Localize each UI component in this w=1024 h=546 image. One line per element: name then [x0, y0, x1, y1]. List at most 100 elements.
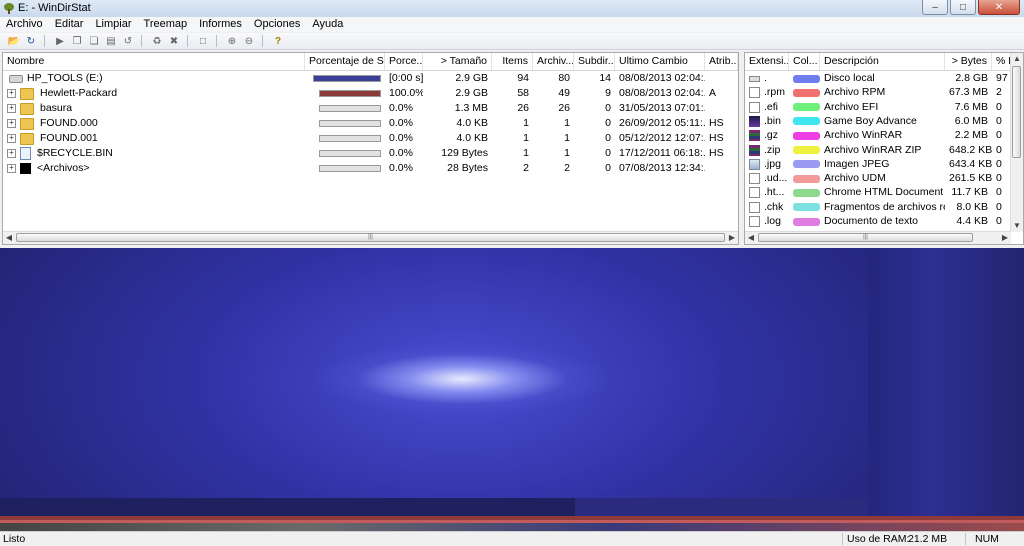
expand-toggle[interactable]: +	[7, 89, 16, 98]
col-percent-bytes[interactable]: % B...	[992, 53, 1012, 70]
scroll-down-icon[interactable]: ▼	[1011, 220, 1023, 232]
properties-icon[interactable]: ▤	[103, 34, 119, 48]
expand-toggle[interactable]: +	[7, 104, 16, 113]
menu-opciones[interactable]: Opciones	[248, 17, 306, 32]
treemap-block[interactable]	[0, 523, 1024, 531]
col-nombre[interactable]: Nombre	[3, 53, 305, 70]
scroll-left-icon[interactable]: ◀	[3, 232, 15, 244]
toolbar-separator	[141, 35, 144, 47]
tree-name-cell: + $RECYCLE.BIN	[3, 146, 305, 161]
extension-name: .rpm	[764, 86, 785, 99]
size-cell: 28 Bytes	[447, 162, 488, 174]
scroll-right-icon[interactable]: ▶	[999, 232, 1011, 244]
extension-name: .ud...	[764, 172, 788, 185]
tree-row[interactable]: + FOUND.001 0.0% 4.0 KB 1 1 0 05/12/2012…	[3, 131, 738, 146]
extension-cell: .chk	[745, 200, 789, 215]
tree-row[interactable]: + <Archivos> 0.0% 28 Bytes 2 2 0 07/08/2…	[3, 161, 738, 176]
description-cell: Chrome HTML Document	[824, 186, 944, 199]
close-button[interactable]: ✕	[978, 0, 1020, 15]
menu-treemap[interactable]: Treemap	[138, 17, 194, 32]
extension-row[interactable]: .efi Archivo EFI 7.6 MB 0	[745, 100, 1012, 115]
scroll-thumb[interactable]: |||	[758, 233, 973, 242]
scroll-thumb[interactable]: |||	[16, 233, 725, 242]
col-archivos[interactable]: Archiv...	[533, 53, 574, 70]
tree-row[interactable]: + FOUND.000 0.0% 4.0 KB 1 1 0 26/09/2012…	[3, 116, 738, 131]
scroll-up-icon[interactable]: ▲	[1011, 53, 1023, 65]
menu-archivo[interactable]: Archivo	[0, 17, 49, 32]
col-bytes[interactable]: > Bytes	[945, 53, 992, 70]
directory-tree-pane: Nombre Porcentaje de S... Porce... > Tam…	[2, 52, 739, 245]
extension-vertical-scrollbar[interactable]: ▲ ▼	[1010, 53, 1023, 232]
col-tamano[interactable]: > Tamaño	[423, 53, 492, 70]
extension-row[interactable]: .log Documento de texto 4.4 KB 0	[745, 214, 1012, 229]
file-icon	[749, 101, 760, 113]
attrib-cell	[705, 71, 738, 86]
items-cell: 1	[523, 132, 529, 144]
col-items[interactable]: Items	[492, 53, 533, 70]
refresh-selected-icon[interactable]: ↺	[120, 34, 136, 48]
col-porcentaje[interactable]: Porce...	[385, 53, 423, 70]
subtree-percent-bar	[313, 75, 381, 82]
color-swatch	[793, 146, 820, 154]
copy-icon[interactable]: ❐	[69, 34, 85, 48]
col-atributos[interactable]: Atrib...	[705, 53, 738, 70]
treemap-block[interactable]	[868, 248, 1024, 516]
col-extension[interactable]: Extensi...	[745, 53, 789, 70]
tree-row[interactable]: + basura 0.0% 1.3 MB 26 26 0 31/05/2013 …	[3, 101, 738, 116]
tree-horizontal-scrollbar[interactable]: ◀ ||| ▶	[3, 231, 738, 244]
scroll-thumb[interactable]	[1012, 66, 1021, 158]
tree-name-cell: + <Archivos>	[3, 161, 305, 176]
treemap-view[interactable]	[0, 248, 1024, 531]
extension-row[interactable]: .jpg Imagen JPEG 643.4 KB 0	[745, 157, 1012, 172]
extension-row[interactable]: .ht... Chrome HTML Document 11.7 KB 0	[745, 185, 1012, 200]
extension-name: .ht...	[764, 186, 785, 199]
open-icon[interactable]: 📂	[6, 34, 22, 48]
tree-row[interactable]: HP_TOOLS (E:) [0:00 s] 2.9 GB 94 80 14 0…	[3, 71, 738, 86]
status-text: Listo	[3, 533, 26, 545]
minimize-button[interactable]: –	[922, 0, 948, 15]
col-ultimo-cambio[interactable]: Ultimo Cambio	[615, 53, 705, 70]
percent-bytes-cell: 0	[996, 200, 1002, 213]
expand-toggle[interactable]: +	[7, 119, 16, 128]
col-subdirectorios[interactable]: Subdir...	[574, 53, 615, 70]
subtree-percent-cell	[305, 116, 385, 131]
menu-limpiar[interactable]: Limpiar	[89, 17, 137, 32]
expand-toggle[interactable]: +	[7, 149, 16, 158]
play-icon[interactable]: ▶	[52, 34, 68, 48]
menu-editar[interactable]: Editar	[49, 17, 90, 32]
extension-row[interactable]: .gz Archivo WinRAR 2.2 MB 0	[745, 128, 1012, 143]
extension-row[interactable]: .rpm Archivo RPM 67.3 MB 2	[745, 85, 1012, 100]
new-folder-icon[interactable]: □	[195, 34, 211, 48]
refresh-icon[interactable]: ↻	[23, 34, 39, 48]
menu-informes[interactable]: Informes	[193, 17, 248, 32]
copy-path-icon[interactable]: ❏	[86, 34, 102, 48]
extension-row[interactable]: . Disco local 2.8 GB 97	[745, 71, 1012, 86]
extension-row[interactable]: .zip Archivo WinRAR ZIP 648.2 KB 0	[745, 143, 1012, 158]
tree-row[interactable]: + Hewlett-Packard 100.0% 2.9 GB 58 49 9 …	[3, 86, 738, 101]
delete-icon[interactable]: ✖	[166, 34, 182, 48]
expand-toggle[interactable]: +	[7, 134, 16, 143]
scroll-right-icon[interactable]: ▶	[726, 232, 738, 244]
extension-row[interactable]: .bin Game Boy Advance 6.0 MB 0	[745, 114, 1012, 129]
maximize-button[interactable]: □	[950, 0, 976, 15]
zoom-in-icon[interactable]: ⊕	[224, 34, 240, 48]
col-porcentaje-subarbol[interactable]: Porcentaje de S...	[305, 53, 385, 70]
extension-horizontal-scrollbar[interactable]: ◀ ||| ▶	[745, 231, 1011, 244]
extension-name: .	[764, 72, 767, 84]
extension-row[interactable]: .chk Fragmentos de archivos rec... 8.0 K…	[745, 200, 1012, 215]
files-cell: 1	[564, 117, 570, 129]
color-swatch	[793, 74, 820, 83]
scroll-left-icon[interactable]: ◀	[745, 232, 757, 244]
col-color[interactable]: Col...	[789, 53, 820, 70]
zoom-out-icon[interactable]: ⊖	[241, 34, 257, 48]
files-cell: 1	[564, 132, 570, 144]
col-descripcion[interactable]: Descripción	[820, 53, 945, 70]
treemap-block[interactable]	[575, 498, 868, 516]
cleanup-icon[interactable]: ♻	[149, 34, 165, 48]
extension-row[interactable]: .ud... Archivo UDM 261.5 KB 0	[745, 171, 1012, 186]
help-icon[interactable]: ?	[270, 34, 286, 48]
subtree-percent-cell	[305, 131, 385, 146]
menu-ayuda[interactable]: Ayuda	[306, 17, 349, 32]
tree-row[interactable]: + $RECYCLE.BIN 0.0% 129 Bytes 1 1 0 17/1…	[3, 146, 738, 161]
expand-toggle[interactable]: +	[7, 164, 16, 173]
